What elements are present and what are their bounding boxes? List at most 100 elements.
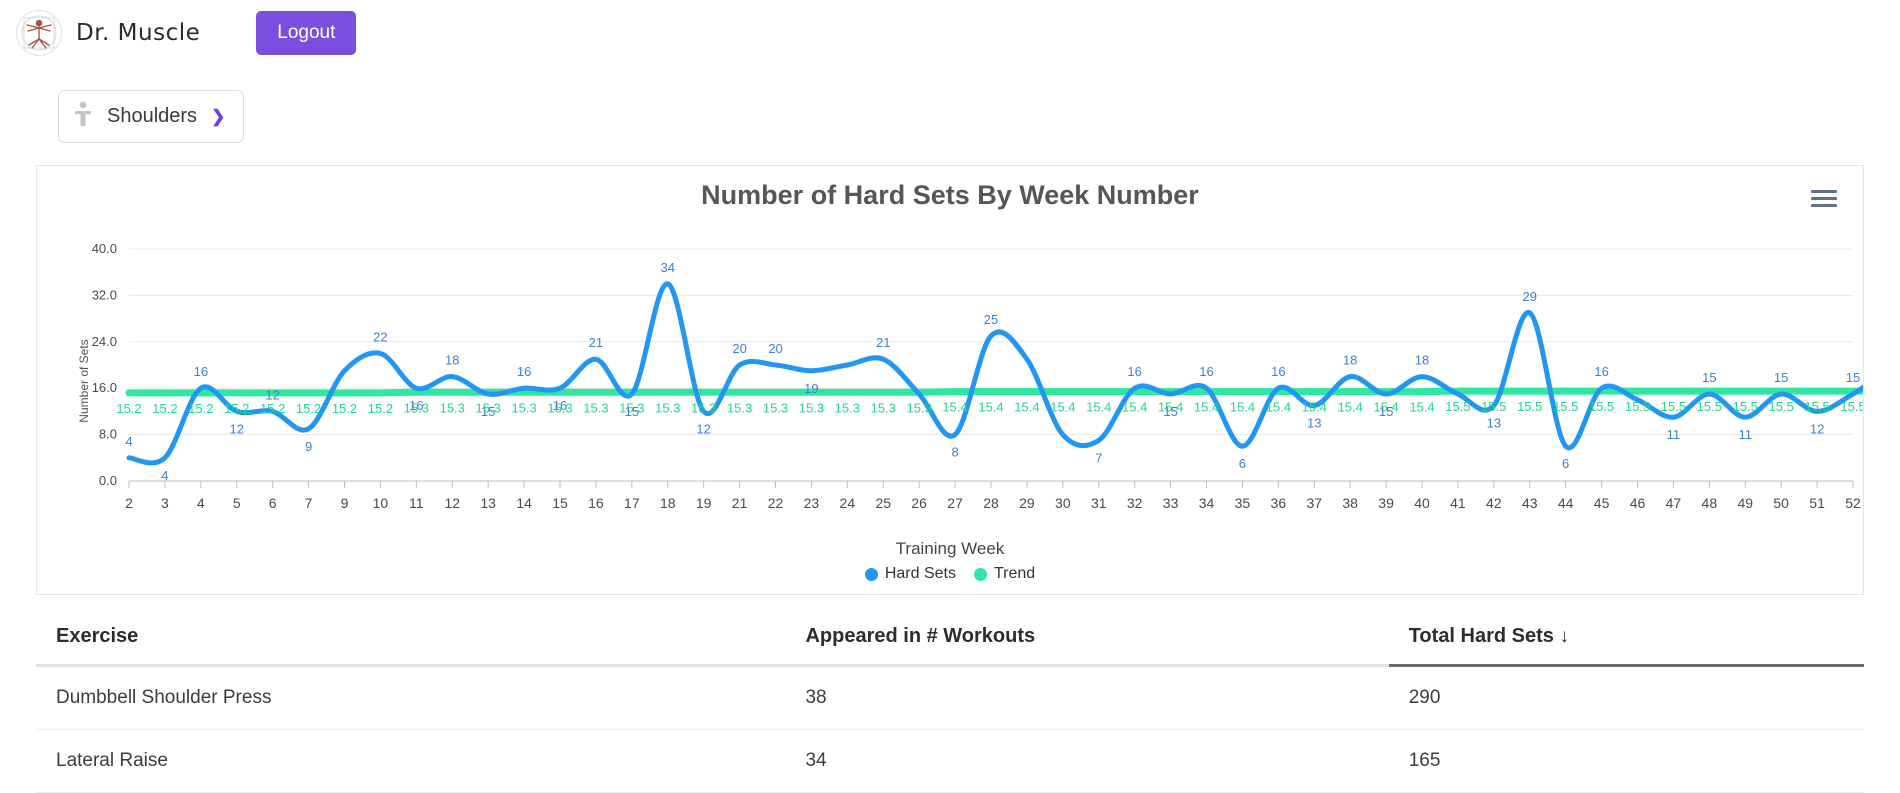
x-axis-title: Training Week bbox=[895, 539, 1005, 558]
logout-button[interactable]: Logout bbox=[256, 11, 357, 55]
x-axis-tick-label: 37 bbox=[1306, 495, 1322, 511]
x-axis-tick-label: 36 bbox=[1271, 495, 1287, 511]
x-axis-tick-label: 2 bbox=[125, 495, 133, 511]
trend-data-label: 15.2 bbox=[188, 401, 213, 416]
x-axis-tick-label: 21 bbox=[732, 495, 748, 511]
table-row[interactable]: Dumbbell Shoulder Press 38 290 bbox=[36, 665, 1864, 730]
x-axis-tick-label: 14 bbox=[516, 495, 532, 511]
trend-data-label: 15.2 bbox=[260, 401, 285, 416]
exercise-table: Exercise Appeared in # Workouts Total Ha… bbox=[36, 613, 1864, 793]
column-header-exercise[interactable]: Exercise bbox=[36, 613, 786, 667]
hard-sets-data-label: 19 bbox=[804, 381, 818, 396]
x-axis-tick-label: 26 bbox=[911, 495, 927, 511]
trend-data-label: 15.2 bbox=[332, 401, 357, 416]
total-hard-sets-value: 165 bbox=[1388, 729, 1864, 793]
x-axis-tick-label: 5 bbox=[233, 495, 241, 511]
body-part-icon bbox=[73, 101, 93, 132]
x-axis-tick-label: 44 bbox=[1558, 495, 1574, 511]
hard-sets-data-label: 6 bbox=[1239, 456, 1246, 471]
x-axis-tick-label: 48 bbox=[1702, 495, 1718, 511]
y-axis-tick-label: 16.0 bbox=[92, 380, 117, 395]
x-axis-tick-label: 15 bbox=[552, 495, 568, 511]
trend-data-label: 15.5 bbox=[1661, 399, 1686, 414]
hard-sets-data-label: 34 bbox=[661, 260, 675, 275]
hard-sets-data-label: 9 bbox=[305, 439, 312, 454]
trend-data-label: 15.3 bbox=[763, 400, 788, 415]
x-axis-tick-label: 42 bbox=[1486, 495, 1502, 511]
trend-data-label: 15.2 bbox=[224, 401, 249, 416]
hard-sets-data-label: 7 bbox=[1095, 450, 1102, 465]
trend-data-label: 15.4 bbox=[1050, 400, 1075, 415]
hard-sets-data-label: 15 bbox=[1846, 370, 1860, 385]
x-axis-tick-label: 28 bbox=[983, 495, 999, 511]
hard-sets-data-label: 12 bbox=[265, 387, 279, 402]
column-header-total-hard-sets[interactable]: Total Hard Sets ↓ bbox=[1388, 613, 1864, 667]
trend-data-label: 15.3 bbox=[907, 400, 932, 415]
trend-data-label: 15.3 bbox=[583, 400, 608, 415]
workouts-count: 34 bbox=[785, 729, 1389, 793]
hard-sets-data-label: 18 bbox=[1415, 353, 1429, 368]
hard-sets-data-label: 16 bbox=[1594, 364, 1608, 379]
x-axis-tick-label: 19 bbox=[696, 495, 712, 511]
hard-sets-data-label: 16 bbox=[553, 398, 567, 413]
table-row[interactable]: Lateral Raise 34 165 bbox=[36, 729, 1864, 793]
trend-data-label: 15.5 bbox=[1733, 399, 1758, 414]
chart-card: Number of Hard Sets By Week Number Numbe… bbox=[36, 165, 1864, 595]
hard-sets-data-label: 15 bbox=[481, 404, 495, 419]
hard-sets-data-label: 21 bbox=[589, 335, 603, 350]
hard-sets-data-label: 29 bbox=[1523, 289, 1537, 304]
trend-data-label: 15.5 bbox=[1697, 399, 1722, 414]
x-axis-tick-label: 34 bbox=[1199, 495, 1215, 511]
muscle-group-select[interactable]: Shoulders ❯ bbox=[58, 90, 245, 143]
trend-data-label: 15.5 bbox=[1481, 399, 1506, 414]
trend-data-label: 15.3 bbox=[655, 400, 680, 415]
hamburger-menu-icon[interactable] bbox=[1811, 186, 1837, 211]
legend-item-trend[interactable]: Trend bbox=[973, 565, 1035, 583]
x-axis-tick-label: 29 bbox=[1019, 495, 1035, 511]
y-axis-tick-label: 8.0 bbox=[99, 427, 117, 442]
exercise-name: Lateral Raise bbox=[36, 729, 786, 793]
hard-sets-data-label: 16 bbox=[517, 364, 531, 379]
chart-legend: Hard Sets Trend bbox=[37, 565, 1863, 583]
hard-sets-data-label: 16 bbox=[1199, 364, 1213, 379]
hard-sets-data-label: 18 bbox=[1343, 353, 1357, 368]
x-axis-tick-label: 38 bbox=[1342, 495, 1358, 511]
hard-sets-data-label: 8 bbox=[951, 445, 958, 460]
x-axis-tick-label: 52 bbox=[1845, 495, 1861, 511]
x-axis-tick-label: 11 bbox=[409, 495, 424, 511]
x-axis-tick-label: 23 bbox=[804, 495, 820, 511]
trend-data-label: 15.3 bbox=[511, 400, 536, 415]
trend-line bbox=[125, 387, 1863, 397]
hard-sets-data-label: 25 bbox=[984, 312, 998, 327]
app-header: Dr. Muscle Logout bbox=[0, 0, 1900, 66]
hard-sets-data-label: 18 bbox=[445, 353, 459, 368]
x-axis-tick-label: 35 bbox=[1235, 495, 1251, 511]
x-axis-tick-label: 17 bbox=[624, 495, 640, 511]
column-header-workouts[interactable]: Appeared in # Workouts bbox=[785, 613, 1389, 667]
trend-data-label: 15.4 bbox=[1338, 400, 1363, 415]
muscle-group-label: Shoulders bbox=[107, 105, 198, 127]
line-chart-svg: 0.08.016.024.032.040.02 3 4 5 6 7 9 10 11 12 13 14 1… bbox=[92, 241, 1863, 511]
hard-sets-data-label: 11 bbox=[1739, 427, 1753, 442]
trend-data-label: 15.4 bbox=[1230, 400, 1255, 415]
legend-label-hard-sets: Hard Sets bbox=[884, 565, 956, 582]
y-axis-tick-label: 40.0 bbox=[92, 241, 117, 256]
trend-data-label: 15.3 bbox=[799, 400, 824, 415]
trend-data-label: 15.3 bbox=[727, 400, 752, 415]
x-axis-tick-label: 33 bbox=[1163, 495, 1179, 511]
trend-data-label: 15.4 bbox=[1409, 400, 1434, 415]
x-axis-tick-label: 30 bbox=[1055, 495, 1071, 511]
legend-item-hard-sets[interactable]: Hard Sets bbox=[864, 565, 956, 583]
x-axis-tick-label: 50 bbox=[1773, 495, 1789, 511]
trend-data-label: 15.5 bbox=[1553, 399, 1578, 414]
y-axis-tick-label: 32.0 bbox=[92, 287, 117, 302]
vitruvian-man-icon bbox=[16, 10, 62, 56]
x-axis-tick-label: 47 bbox=[1666, 495, 1682, 511]
x-axis-tick-label: 46 bbox=[1630, 495, 1646, 511]
x-axis-tick-label: 3 bbox=[161, 495, 169, 511]
trend-data-label: 15.4 bbox=[1086, 400, 1111, 415]
hard-sets-data-label: 4 bbox=[125, 434, 132, 449]
hard-sets-data-label: 15 bbox=[1774, 370, 1788, 385]
column-header-total-hard-sets-label: Total Hard Sets bbox=[1408, 625, 1554, 647]
filter-row: Shoulders ❯ bbox=[0, 66, 1900, 143]
